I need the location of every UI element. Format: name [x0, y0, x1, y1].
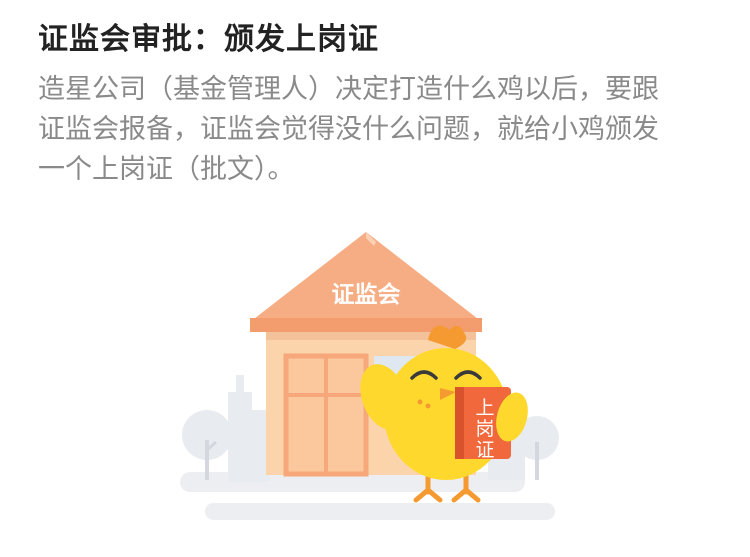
svg-text:上: 上 — [475, 397, 494, 419]
roof-sign: 证监会 — [332, 281, 401, 308]
illustration: 证监会 上 岗 证 — [180, 232, 559, 520]
svg-text:岗: 岗 — [475, 418, 494, 440]
tree-icon — [182, 410, 232, 480]
certificate-label: 上 岗 证 — [475, 397, 494, 461]
svg-text:证: 证 — [475, 439, 494, 461]
